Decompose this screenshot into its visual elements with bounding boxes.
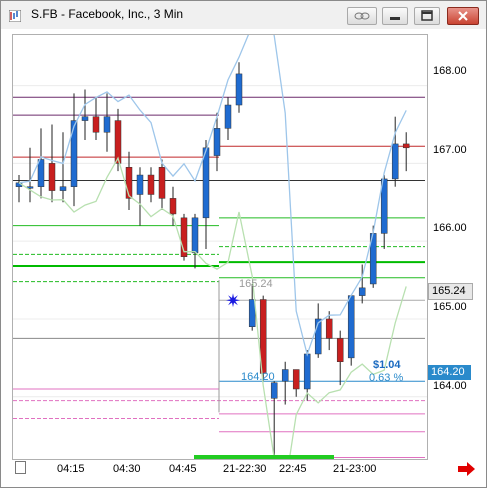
candle-body: [248, 299, 256, 327]
link-icon: [354, 12, 370, 20]
x-tick-label: 21-23:00: [333, 463, 377, 475]
candle-body: [358, 287, 366, 296]
candle-body: [202, 147, 210, 219]
minimize-button[interactable]: [382, 7, 408, 25]
candle-body: [37, 159, 45, 187]
chart-window: S.FB - Facebook, Inc., 3 Min 165.24 164.…: [0, 0, 487, 488]
candle-body: [325, 318, 333, 339]
candle-body: [70, 120, 78, 187]
link-button[interactable]: [347, 7, 377, 25]
entry-star-marker: [226, 293, 240, 308]
x-tick-label: 21-22:30: [223, 463, 267, 475]
candle-body: [235, 73, 243, 106]
candle-body: [303, 353, 311, 390]
arrow-right-icon[interactable]: [458, 462, 476, 476]
close-button[interactable]: [447, 7, 479, 25]
restore-button[interactable]: [414, 7, 440, 25]
candle-body: [292, 369, 300, 390]
low-price-label: 164.20: [241, 371, 275, 383]
x-tick-label: 04:45: [169, 463, 197, 475]
candle-body: [48, 163, 56, 191]
y-tick-label: 167.00: [433, 144, 467, 156]
candle-body: [158, 167, 166, 199]
y-tick-label: 164.00: [433, 380, 467, 392]
alert-price-box: 164.20: [428, 365, 471, 380]
candle-body: [92, 116, 100, 133]
price-axis[interactable]: 168.00 167.00 166.00 165.00 164.00 165.2…: [427, 34, 482, 458]
restore-icon: [421, 10, 433, 21]
candle-body: [270, 382, 278, 399]
title-bar[interactable]: S.FB - Facebook, Inc., 3 Min: [1, 1, 486, 29]
scroll-handle[interactable]: [15, 461, 26, 474]
minimize-icon: [390, 17, 400, 20]
candle-body: [347, 295, 355, 359]
candle-body: [59, 186, 67, 191]
x-tick-label: 22:45: [279, 463, 307, 475]
window-title: S.FB - Facebook, Inc., 3 Min: [31, 7, 184, 21]
y-tick-label: 168.00: [433, 65, 467, 77]
candle-body: [391, 143, 399, 180]
candle-body: [191, 217, 199, 254]
candle-body: [136, 174, 144, 195]
candle-body: [281, 369, 289, 382]
time-axis[interactable]: 04:15 04:30 04:45 21-22:30 22:45 21-23:0…: [12, 458, 475, 478]
price-chart-area[interactable]: 165.24 164.20 $1.04 0.63 %: [12, 5, 428, 488]
candle-body: [103, 116, 111, 133]
y-tick-label: 165.00: [433, 301, 467, 313]
candlestick-chart: [13, 5, 427, 488]
candle-body: [224, 104, 232, 129]
candle-body: [336, 338, 344, 363]
candle-body: [213, 128, 221, 156]
current-price-box: 165.24: [428, 283, 473, 300]
change-percent-label: 0.63 %: [369, 372, 404, 384]
candle-body: [147, 174, 155, 195]
candle-body: [81, 116, 89, 121]
x-tick-label: 04:15: [57, 463, 85, 475]
marker-price-label: 165.24: [239, 278, 273, 290]
candle-body: [402, 143, 410, 149]
y-tick-label: 166.00: [433, 222, 467, 234]
change-dollar-label: $1.04: [373, 359, 401, 371]
chart-window-icon: [9, 10, 21, 22]
close-icon: [458, 11, 468, 21]
x-tick-label: 04:30: [113, 463, 141, 475]
candle-body: [169, 198, 177, 215]
